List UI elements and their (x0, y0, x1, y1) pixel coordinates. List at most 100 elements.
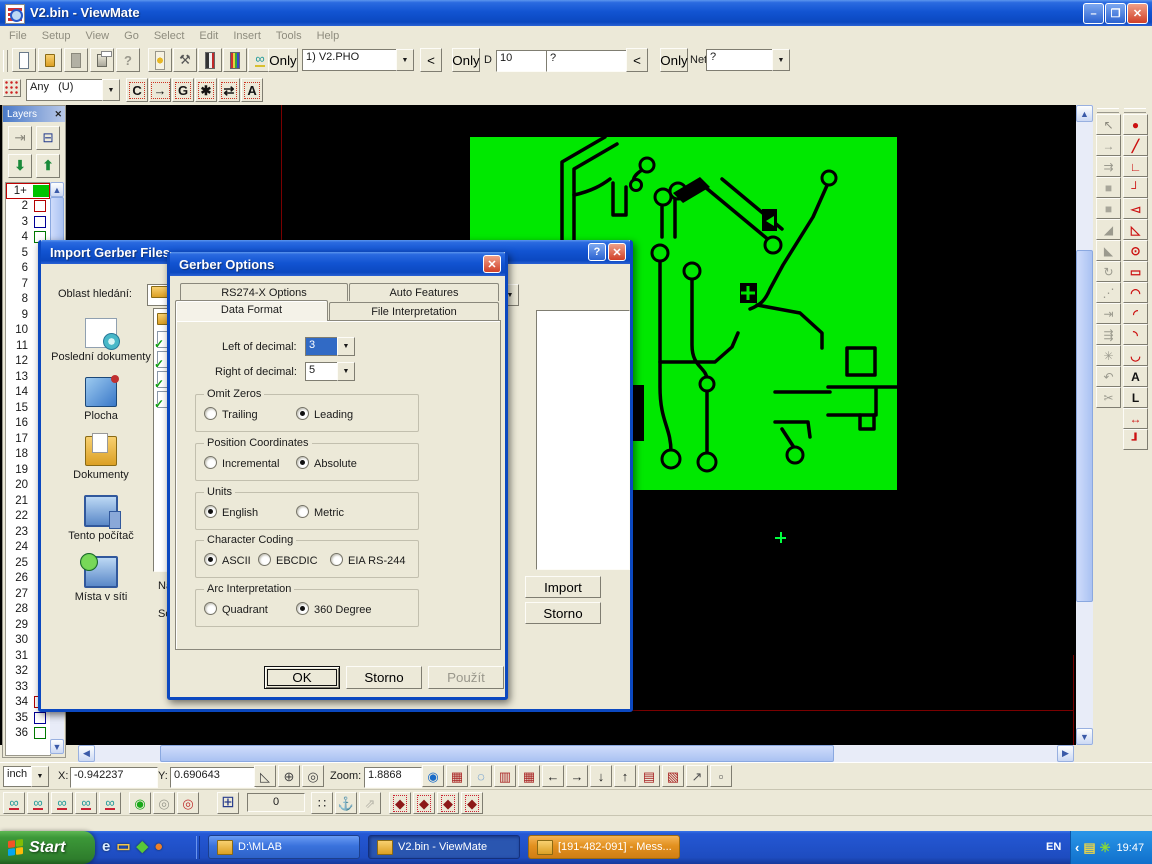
radio-ebcdic[interactable]: EBCDIC (258, 553, 318, 567)
radio-leading[interactable]: Leading (296, 407, 353, 421)
origin-target-icon[interactable]: ⊕ (278, 765, 300, 787)
view-draw-icon[interactable]: ∞ (75, 792, 97, 814)
place-network[interactable]: Místa v síti (51, 556, 151, 603)
layer-color-swatch[interactable] (34, 727, 46, 739)
radio-icon[interactable] (330, 553, 343, 566)
help-button[interactable]: ? (588, 243, 606, 261)
tray-notes-icon[interactable]: ▤ (1083, 840, 1095, 856)
radio-360-degree[interactable]: 360 Degree (296, 602, 372, 616)
layer-row[interactable]: 1+ (6, 183, 50, 199)
select-region-icon[interactable]: ▫ (710, 765, 732, 787)
lamp-red-icon[interactable]: ◎ (177, 792, 199, 814)
menu-item[interactable]: Setup (42, 30, 71, 42)
any-type-combo[interactable]: Any (U) ▼ (26, 79, 120, 101)
right-of-decimal-combo[interactable]: 5 ▼ (305, 362, 355, 381)
firefox-icon[interactable]: ● (154, 838, 163, 855)
menu-item[interactable]: Go (124, 30, 139, 42)
menu-item[interactable]: View (85, 30, 109, 42)
rotate-icon[interactable]: ↻ (1096, 261, 1121, 282)
layer-color-swatch[interactable] (34, 200, 46, 212)
film-box-icon[interactable] (198, 48, 222, 72)
layer-color-swatch[interactable] (34, 216, 46, 228)
scroll-right-icon[interactable]: ▶ (1057, 745, 1074, 762)
dcode-square-icon[interactable]: ◆ (413, 792, 435, 814)
menu-item[interactable]: Tools (276, 30, 302, 42)
pan-right-icon[interactable]: → (566, 765, 588, 787)
close-button[interactable]: ✕ (608, 243, 626, 261)
measure-angle-icon[interactable]: ◺ (254, 765, 276, 787)
layer-up-icon[interactable]: ⬆ (36, 154, 60, 178)
aperture-filter-icon[interactable] (3, 79, 21, 97)
radio-absolute[interactable]: Absolute (296, 456, 357, 470)
dcode-input[interactable]: 10 (496, 50, 548, 72)
dcode-target-icon[interactable]: ◆ (437, 792, 459, 814)
mirror-icon[interactable]: ◢ (1096, 219, 1121, 240)
open-file-icon[interactable] (38, 48, 62, 72)
dcode-query-input[interactable]: ? (546, 50, 632, 72)
snip-icon[interactable]: ✂ (1096, 387, 1121, 408)
view-used-icon[interactable]: ∞ (27, 792, 49, 814)
vector-snap-icon[interactable]: ⇗ (359, 792, 381, 814)
new-file-icon[interactable] (12, 48, 36, 72)
radio-ascii[interactable]: ASCII (204, 553, 251, 567)
only-net-button[interactable]: Only (660, 48, 688, 72)
radio-icon[interactable] (296, 407, 309, 420)
cancel-button[interactable]: Storno (525, 602, 601, 624)
scale-icon[interactable]: ⋰ (1096, 282, 1121, 303)
storno-button[interactable]: Storno (346, 666, 422, 689)
net-combo[interactable]: ?▼ (706, 49, 790, 71)
move-copy-icon[interactable]: ⇉ (1096, 156, 1121, 177)
locate-point-icon[interactable]: ◎ (302, 765, 324, 787)
place-recent-documents[interactable]: Poslední dokumenty (51, 318, 151, 363)
radio-quadrant[interactable]: Quadrant (204, 602, 268, 616)
lamp-dim-icon[interactable]: ◎ (153, 792, 175, 814)
dcode-tools-icon[interactable]: ⚒ (173, 48, 197, 72)
radio-icon[interactable] (204, 553, 217, 566)
task-viewmate[interactable]: V2.bin - ViewMate (368, 835, 520, 859)
draw-corner-icon[interactable]: ┘ (1123, 177, 1148, 198)
scroll-down-icon[interactable]: ▼ (50, 739, 64, 754)
c-mode-icon[interactable]: C (126, 78, 148, 102)
ie-icon[interactable]: e (102, 838, 110, 855)
highlight-state-icon[interactable]: ◉ (129, 792, 151, 814)
layer-table-icon[interactable]: ⊟ (36, 126, 60, 150)
fill-dark-icon[interactable]: ■ (1096, 177, 1121, 198)
grid-edit-icon[interactable]: ▧ (662, 765, 684, 787)
chevron-down-icon[interactable]: ▼ (337, 362, 355, 381)
tray-messenger-icon[interactable]: ✳ (1100, 840, 1111, 856)
close-button[interactable]: ✕ (1127, 3, 1148, 24)
menu-item[interactable]: Edit (199, 30, 218, 42)
chevron-down-icon[interactable]: ▼ (102, 79, 120, 101)
chevron-down-icon[interactable]: ▼ (396, 49, 414, 71)
hscroll-thumb[interactable] (160, 745, 834, 762)
prev-layer-button[interactable]: < (420, 48, 442, 72)
draw-line-icon[interactable]: ╱ (1123, 135, 1148, 156)
draw-rect-icon[interactable]: ▭ (1123, 261, 1148, 282)
layer-row[interactable]: 36 (6, 726, 50, 742)
vscroll-thumb[interactable] (1076, 250, 1093, 602)
a-mode-icon[interactable]: A (241, 78, 263, 102)
settings-gear-icon[interactable]: ✳ (1096, 345, 1121, 366)
layer-color-swatch[interactable] (34, 712, 46, 724)
scroll-up-icon[interactable]: ▲ (1076, 105, 1093, 122)
prev-dcode-button[interactable]: < (626, 48, 648, 72)
close-icon[interactable]: ✕ (54, 109, 62, 120)
tab-data-format[interactable]: Data Format (175, 300, 328, 321)
save-file-icon[interactable] (64, 48, 88, 72)
grid-add-icon[interactable]: ▤ (638, 765, 660, 787)
draw-arc3-icon[interactable]: ◠ (1123, 282, 1148, 303)
minimize-button[interactable]: – (1083, 3, 1104, 24)
layer-row[interactable]: 3 (6, 214, 50, 230)
apply-button[interactable]: Použít (428, 666, 504, 689)
menu-item[interactable]: Insert (233, 30, 261, 42)
draw-pad-icon[interactable]: ● (1123, 114, 1148, 135)
ok-button[interactable]: OK (264, 666, 340, 689)
radio-english[interactable]: English (204, 505, 258, 519)
gerber-options-titlebar[interactable]: Gerber Options ✕ (170, 252, 505, 276)
view-sketch-icon[interactable]: ∞ (99, 792, 121, 814)
draw-polyline-icon[interactable]: ∟ (1123, 156, 1148, 177)
draw-arc-end-icon[interactable]: ◝ (1123, 324, 1148, 345)
layer-down-icon[interactable]: ⬇ (8, 154, 32, 178)
radio-icon[interactable] (204, 505, 217, 518)
place-my-computer[interactable]: Tento počítač (51, 495, 151, 542)
